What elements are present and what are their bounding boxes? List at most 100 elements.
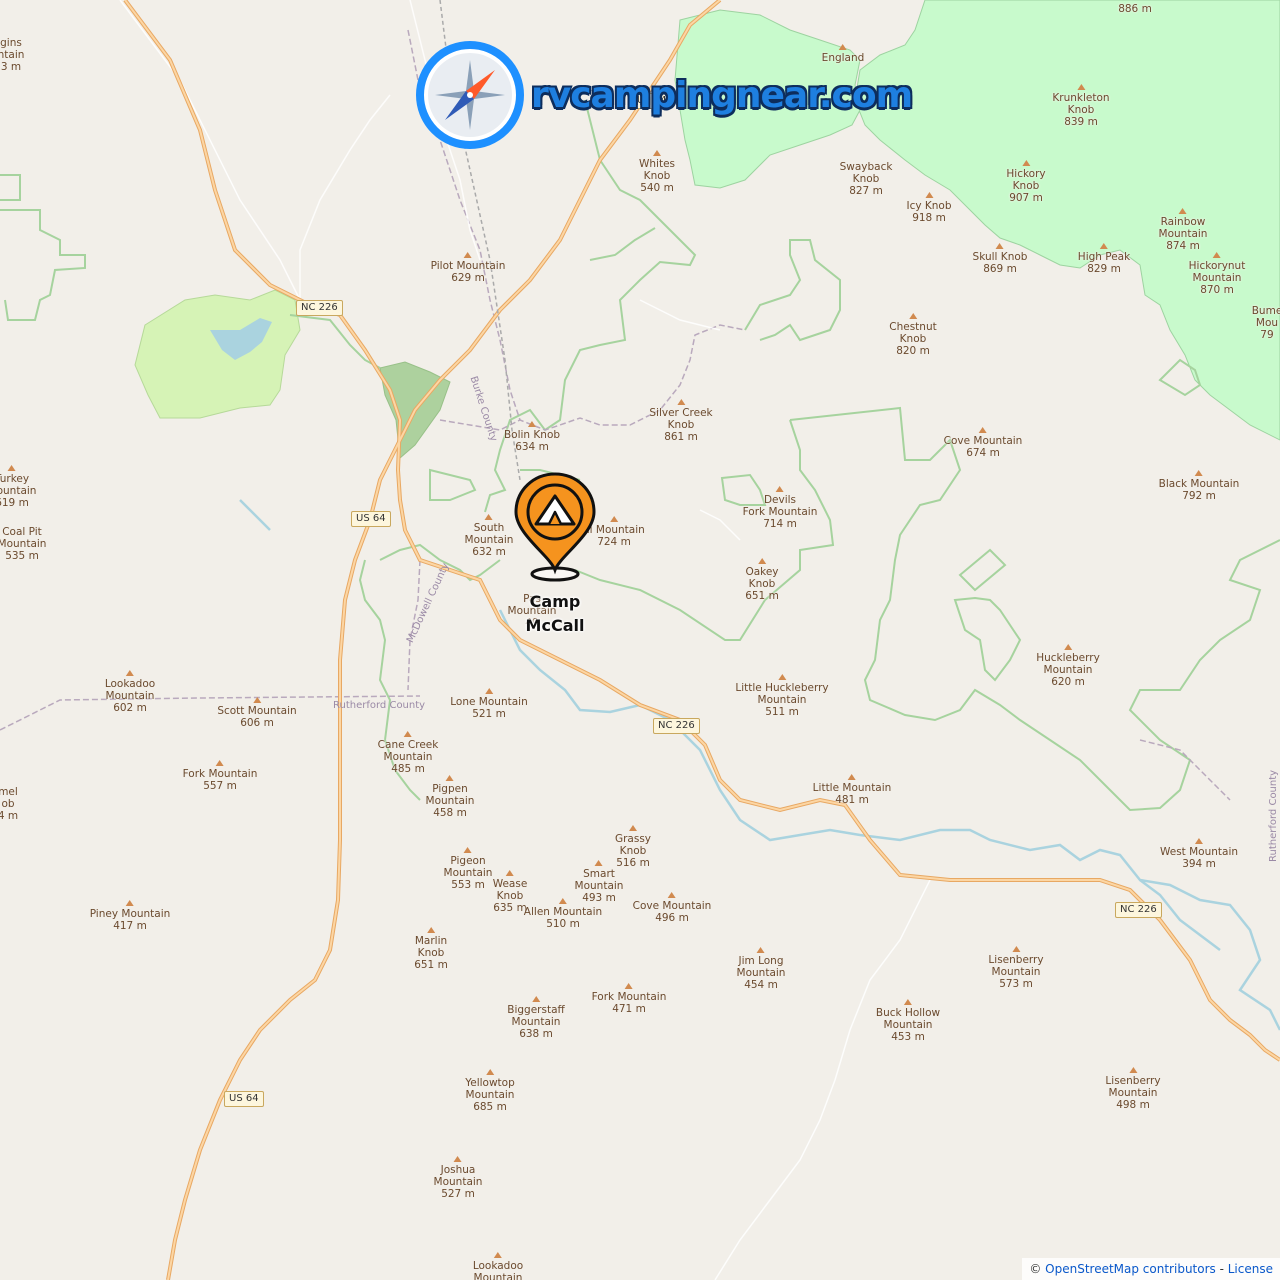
peak-elevation: 511 m [765,706,799,718]
peak-name: Hickorynut [1188,260,1246,272]
logo-text[interactable]: rvcampingnear.com [531,75,913,116]
attribution-separator: - [1215,1262,1228,1276]
peak-name: Mountain [883,1019,933,1031]
peak-name: Icy Knob [906,200,952,212]
peak-name: Lookadoo [104,678,156,690]
peak-name: Cove Mountain [632,900,712,912]
peak-label: Bolin Knob 634 m [504,421,560,453]
peak-name: Oakey [745,566,779,578]
peak-name: Mountain [465,1089,515,1101]
peak-label: Biggerstaff Mountain 638 m [507,996,565,1040]
peak-elevation: 874 m [1166,240,1200,252]
peak-label: Lookadoo Mountain 602 m [105,670,155,714]
peak-name: Swayback [839,161,893,173]
peak-name: Fork Mountain [742,506,818,518]
peak-name: Krunkleton [1052,92,1110,104]
peak-elevation: 79 [1260,329,1274,341]
peak-label: Hickorynut Mountain 870 m [1188,252,1246,296]
peak-elevation: 485 m [391,763,425,775]
peak-label: Pigpen Mountain 458 m [426,775,474,819]
peak-name: Whites [638,158,676,170]
peak-label: mel ob 4 m [0,786,18,822]
osm-link[interactable]: OpenStreetMap contributors [1045,1262,1216,1276]
tent-pin-icon[interactable] [514,472,596,582]
county-label: Rutherford County [1268,769,1279,862]
compass-icon [416,41,524,149]
peak-elevation: 827 m [849,185,883,197]
peak-name: Lisenberry [1105,1075,1161,1087]
peak-elevation: 918 m [912,212,946,224]
peak-label: Lisenberry Mountain 498 m [1105,1067,1161,1111]
peak-elevation: 861 m [664,431,698,443]
peak-name: Pilot Mountain [430,260,506,272]
peak-label: Pilot Mountain 629 m [430,252,506,284]
peak-name: Cane Creek [377,739,439,751]
peak-name: Marlin [414,935,448,947]
peak-name: Knob [748,578,776,590]
peak-label: Chestnut Knob 820 m [889,313,937,357]
site-logo[interactable]: rvcampingnear.com [415,40,913,150]
peak-name: Fork Mountain [591,991,667,1003]
peak-elevation: 453 m [891,1031,925,1043]
license-link[interactable]: License [1228,1262,1273,1276]
peak-name: Little Mountain [812,782,892,794]
peak-elevation: 417 m [113,920,147,932]
peak-elevation: 634 m [515,441,549,453]
peak-elevation: 3 m [0,61,22,73]
peak-name: ob [1,798,15,810]
peak-name: Yellowtop [465,1077,515,1089]
peak-label: Whites Knob 540 m [639,150,675,194]
peak-name: Mountain [473,1272,523,1280]
peak-label: Marlin Knob 651 m [414,927,448,971]
peak-name: Fork Mountain [182,768,258,780]
peak-name: Knob [1012,180,1040,192]
peak-label: Cane Creek Mountain 485 m [377,731,439,775]
peak-label: Hickory Knob 907 m [1006,160,1046,204]
peak-label: Oakey Knob 651 m [745,558,779,602]
peak-label: Rainbow Mountain 874 m [1159,208,1207,252]
peak-label: Little Mountain 481 m [812,774,892,806]
peak-name: High Peak [1077,251,1131,263]
peak-label: High Peak 829 m [1078,243,1130,275]
peak-label: Coal Pit Mountain 535 m [0,526,46,562]
peak-elevation: 573 m [999,978,1033,990]
peak-name: Silver Creek [649,407,713,419]
peak-name: Mountain [574,880,624,892]
peak-elevation: 481 m [835,794,869,806]
peak-label: Silver Creek Knob 861 m [649,399,713,443]
peak-label: Pigeon Mountain 553 m [444,847,492,891]
peak-name: South [473,522,505,534]
peak-label: Cove Mountain 496 m [632,892,712,924]
peak-label: Yellowtop Mountain 685 m [465,1069,515,1113]
campsite-label[interactable]: Camp McCall [526,590,585,638]
peak-elevation: 820 m [896,345,930,357]
peak-name: Lone Mountain [450,696,528,708]
peak-name: Lookadoo [472,1260,524,1272]
peak-elevation: 521 m [472,708,506,720]
peak-elevation: 651 m [414,959,448,971]
peak-elevation: 553 m [451,879,485,891]
peak-label: Black Mountain 792 m [1159,470,1239,502]
road-shield: US 64 [224,1091,264,1107]
peak-name: West Mountain [1159,846,1239,858]
peak-name: Grassy [614,833,652,845]
peak-elevation: 829 m [1087,263,1121,275]
peak-name: Rainbow [1160,216,1206,228]
peak-elevation: 510 m [546,918,580,930]
peak-name: Mountain [1192,272,1242,284]
peak-elevation: 714 m [763,518,797,530]
peak-elevation: 471 m [612,1003,646,1015]
road-shield: NC 226 [653,718,700,734]
peak-name: mel [0,786,18,798]
peak-label: Lone Mountain 521 m [450,688,528,720]
peak-name: Bume [1251,305,1280,317]
peak-elevation: 629 m [451,272,485,284]
county-label: Rutherford County [333,700,426,711]
peak-name: Mountain [1043,664,1093,676]
map-canvas[interactable]: Pilot Mountain 629 m Whites Knob 540 m Sway… [0,0,1280,1280]
peak-name: Mountain [757,694,807,706]
peak-elevation: 870 m [1200,284,1234,296]
peak-label: Jim Long Mountain 454 m [737,947,785,991]
peak-elevation: 4 m [0,810,19,822]
peak-name: Mountain [0,485,37,497]
